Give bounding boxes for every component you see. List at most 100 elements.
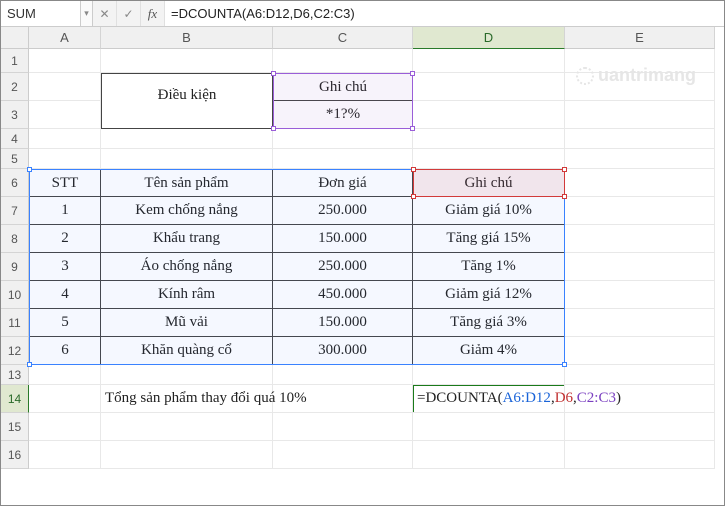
cell-E3[interactable] xyxy=(565,101,715,129)
cell-D14[interactable]: =DCOUNTA(A6:D12,D6,C2:C3) xyxy=(413,385,565,413)
cell-C6[interactable]: Đơn giá xyxy=(273,169,413,197)
cell-E7[interactable] xyxy=(565,197,715,225)
cell-A13[interactable] xyxy=(29,365,101,385)
cell-E9[interactable] xyxy=(565,253,715,281)
spreadsheet-grid[interactable]: A B C D E 1 2 Ghi chú 3 Điều kiện *1?% 4 xyxy=(1,27,724,469)
col-header-E[interactable]: E xyxy=(565,27,715,49)
fx-button[interactable]: fx xyxy=(141,1,165,26)
cancel-button[interactable]: ✕ xyxy=(93,1,117,26)
cell-C10[interactable]: 450.000 xyxy=(273,281,413,309)
row-header-11[interactable]: 11 xyxy=(1,309,29,337)
cell-D2[interactable] xyxy=(413,73,565,101)
row-header-10[interactable]: 10 xyxy=(1,281,29,309)
cell-E12[interactable] xyxy=(565,337,715,365)
cell-D5[interactable] xyxy=(413,149,565,169)
cell-B12[interactable]: Khăn quàng cổ xyxy=(101,337,273,365)
row-header-15[interactable]: 15 xyxy=(1,413,29,441)
cell-E15[interactable] xyxy=(565,413,715,441)
cell-C16[interactable] xyxy=(273,441,413,469)
row-header-16[interactable]: 16 xyxy=(1,441,29,469)
cell-B10[interactable]: Kính râm xyxy=(101,281,273,309)
name-box-dropdown-icon[interactable]: ▾ xyxy=(81,1,93,26)
cell-D4[interactable] xyxy=(413,129,565,149)
row-header-6[interactable]: 6 xyxy=(1,169,29,197)
row-header-1[interactable]: 1 xyxy=(1,49,29,73)
cell-A3[interactable] xyxy=(29,101,101,129)
cell-A5[interactable] xyxy=(29,149,101,169)
cell-A14[interactable] xyxy=(29,385,101,413)
cell-D12[interactable]: Giảm 4% xyxy=(413,337,565,365)
cell-A4[interactable] xyxy=(29,129,101,149)
cell-D7[interactable]: Giảm giá 10% xyxy=(413,197,565,225)
cell-C3[interactable]: *1?% xyxy=(273,101,413,129)
cell-B11[interactable]: Mũ vải xyxy=(101,309,273,337)
row-header-14[interactable]: 14 xyxy=(1,385,29,413)
cell-A16[interactable] xyxy=(29,441,101,469)
cell-D8[interactable]: Tăng giá 15% xyxy=(413,225,565,253)
confirm-button[interactable]: ✓ xyxy=(117,1,141,26)
select-all-corner[interactable] xyxy=(1,27,29,49)
cell-E13[interactable] xyxy=(565,365,715,385)
col-header-B[interactable]: B xyxy=(101,27,273,49)
cell-C4[interactable] xyxy=(273,129,413,149)
cell-B8[interactable]: Khẩu trang xyxy=(101,225,273,253)
cell-D6[interactable]: Ghi chú xyxy=(413,169,565,197)
col-header-D[interactable]: D xyxy=(413,27,565,49)
cell-E1[interactable] xyxy=(565,49,715,73)
cell-C9[interactable]: 250.000 xyxy=(273,253,413,281)
cell-C11[interactable]: 150.000 xyxy=(273,309,413,337)
cell-C12[interactable]: 300.000 xyxy=(273,337,413,365)
row-header-4[interactable]: 4 xyxy=(1,129,29,149)
cell-A9[interactable]: 3 xyxy=(29,253,101,281)
cell-E6[interactable] xyxy=(565,169,715,197)
row-header-9[interactable]: 9 xyxy=(1,253,29,281)
formula-input[interactable]: =DCOUNTA(A6:D12,D6,C2:C3) xyxy=(165,1,724,26)
cell-A7[interactable]: 1 xyxy=(29,197,101,225)
cell-B7[interactable]: Kem chống nắng xyxy=(101,197,273,225)
cell-E5[interactable] xyxy=(565,149,715,169)
row-header-2[interactable]: 2 xyxy=(1,73,29,101)
cell-D1[interactable] xyxy=(413,49,565,73)
row-header-5[interactable]: 5 xyxy=(1,149,29,169)
cell-D9[interactable]: Tăng 1% xyxy=(413,253,565,281)
cell-C2[interactable]: Ghi chú xyxy=(273,73,413,101)
cell-E4[interactable] xyxy=(565,129,715,149)
cell-A1[interactable] xyxy=(29,49,101,73)
cell-D15[interactable] xyxy=(413,413,565,441)
row-header-13[interactable]: 13 xyxy=(1,365,29,385)
row-header-3[interactable]: 3 xyxy=(1,101,29,129)
cell-B3[interactable]: Điều kiện xyxy=(101,101,273,129)
cell-A6[interactable]: STT xyxy=(29,169,101,197)
row-header-7[interactable]: 7 xyxy=(1,197,29,225)
cell-C1[interactable] xyxy=(273,49,413,73)
row-header-8[interactable]: 8 xyxy=(1,225,29,253)
cell-B1[interactable] xyxy=(101,49,273,73)
cell-C15[interactable] xyxy=(273,413,413,441)
cell-E16[interactable] xyxy=(565,441,715,469)
cell-D13[interactable] xyxy=(413,365,565,385)
name-box[interactable]: SUM xyxy=(1,1,81,26)
cell-A12[interactable]: 6 xyxy=(29,337,101,365)
cell-E2[interactable] xyxy=(565,73,715,101)
cell-A11[interactable]: 5 xyxy=(29,309,101,337)
col-header-A[interactable]: A xyxy=(29,27,101,49)
cell-D16[interactable] xyxy=(413,441,565,469)
cell-A8[interactable]: 2 xyxy=(29,225,101,253)
cell-A10[interactable]: 4 xyxy=(29,281,101,309)
cell-B4[interactable] xyxy=(101,129,273,149)
cell-B9[interactable]: Áo chống nắng xyxy=(101,253,273,281)
cell-C8[interactable]: 150.000 xyxy=(273,225,413,253)
cell-C14[interactable] xyxy=(273,385,413,413)
cell-E11[interactable] xyxy=(565,309,715,337)
cell-D10[interactable]: Giảm giá 12% xyxy=(413,281,565,309)
cell-B14[interactable]: Tổng sản phẩm thay đổi quá 10% xyxy=(101,385,273,413)
cell-E8[interactable] xyxy=(565,225,715,253)
cell-D3[interactable] xyxy=(413,101,565,129)
cell-B16[interactable] xyxy=(101,441,273,469)
row-header-12[interactable]: 12 xyxy=(1,337,29,365)
cell-B15[interactable] xyxy=(101,413,273,441)
cell-B6[interactable]: Tên sản phẩm xyxy=(101,169,273,197)
cell-C7[interactable]: 250.000 xyxy=(273,197,413,225)
cell-B5[interactable] xyxy=(101,149,273,169)
cell-D11[interactable]: Tăng giá 3% xyxy=(413,309,565,337)
